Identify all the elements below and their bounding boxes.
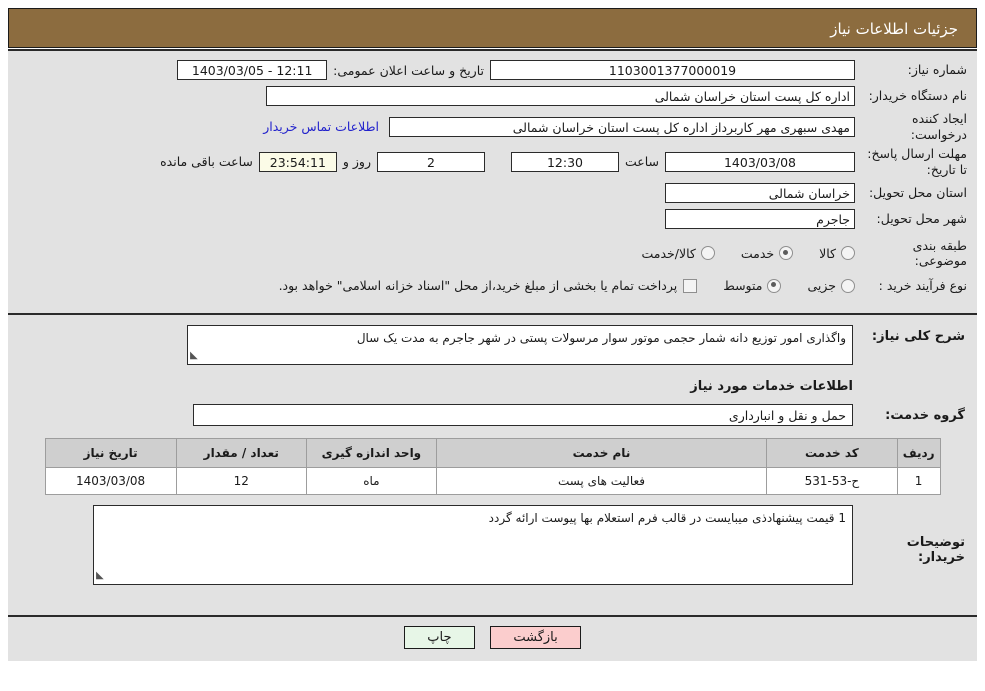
remaining-suffix-label: ساعت باقی مانده <box>160 154 253 170</box>
category-option-kala-label: کالا <box>819 245 836 261</box>
need-summary-panel: شماره نیاز: 1103001377000019 تاریخ و ساع… <box>8 49 977 315</box>
page-padding: جزئیات اطلاعات نیاز شماره نیاز: 11030013… <box>0 0 985 675</box>
table-row: 1 ح-53-531 فعالیت های پست ماه 12 1403/03… <box>44 467 941 495</box>
province-label: استان محل تحویل: <box>868 184 967 200</box>
radio-icon-motevaset[interactable] <box>767 278 782 293</box>
col-header-date: تاریخ نیاز <box>44 438 177 468</box>
page-root: جزئیات اطلاعات نیاز شماره نیاز: 11030013… <box>0 0 985 691</box>
category-label: طبقه بندی موضوعی: <box>912 237 967 269</box>
resize-grip-icon-notes[interactable]: ◢ <box>96 568 104 583</box>
service-group-label: گروه خدمت: <box>885 407 965 423</box>
category-option-kala-khedmat-label: کالا/خدمت <box>641 245 696 261</box>
general-desc-value: واگذاری امور توزیع دانه شمار حجمی موتور … <box>356 331 846 345</box>
page-title: جزئیات اطلاعات نیاز <box>8 8 977 48</box>
remaining-days-label: روز و <box>342 154 371 170</box>
city-label: شهر محل تحویل: <box>876 210 967 226</box>
buyer-org-input[interactable]: اداره کل پست استان خراسان شمالی <box>266 86 855 106</box>
row-buyer-notes: توضیحات خریدار: 1 قیمت پیشنهادذی میبایست… <box>20 505 965 585</box>
row-need-number: شماره نیاز: 1103001377000019 تاریخ و ساع… <box>18 59 967 81</box>
need-number-input[interactable]: 1103001377000019 <box>490 60 855 80</box>
category-option-kala[interactable]: کالا <box>819 246 855 261</box>
buyer-notes-textarea[interactable]: 1 قیمت پیشنهادذی میبایست در قالب فرم است… <box>93 505 853 585</box>
deadline-hour-label: ساعت <box>624 154 659 170</box>
remaining-days-input[interactable]: 2 <box>376 151 485 172</box>
need-detail-panel: شرح کلی نیاز: واگذاری امور توزیع دانه شم… <box>8 315 977 617</box>
back-button[interactable]: بازگشت <box>490 626 581 649</box>
cell-radif: 1 <box>896 467 941 495</box>
cell-code: ح-53-531 <box>766 467 898 495</box>
row-buyer-org: نام دستگاه خریدار: اداره کل پست استان خر… <box>18 85 967 107</box>
print-button[interactable]: چاپ <box>404 626 475 649</box>
cell-name: فعالیت های پست <box>435 467 768 495</box>
need-number-label: شماره نیاز: <box>907 62 967 78</box>
row-requester: ایجاد کننده درخواست: مهدی سبهری مهر کارب… <box>18 111 967 142</box>
public-announce-label: تاریخ و ساعت اعلان عمومی: <box>333 62 484 78</box>
remaining-time-input: 23:54:11 <box>258 151 337 172</box>
category-radio-group: کالا خدمت کالا/خدمت <box>615 246 855 261</box>
deadline-hour-input[interactable]: 12:30 <box>510 151 619 172</box>
cell-date: 1403/03/08 <box>44 467 177 495</box>
row-city: شهر محل تحویل: جاجرم <box>18 208 967 230</box>
col-header-qty: تعداد / مقدار <box>175 438 307 468</box>
general-desc-label: شرح کلی نیاز: <box>871 329 965 344</box>
resize-grip-icon[interactable]: ◢ <box>190 348 198 363</box>
service-group-input[interactable]: حمل و نقل و انبارداری <box>193 404 853 426</box>
radio-icon-kala-khedmat[interactable] <box>700 246 715 261</box>
buyer-notes-value: 1 قیمت پیشنهادذی میبایست در قالب فرم است… <box>488 511 846 525</box>
footer-actions: بازگشت چاپ <box>8 617 977 661</box>
row-process-type: نوع فرآیند خرید : جزیی متوسط پرداخت تمام… <box>18 275 967 297</box>
category-option-khedmat-label: خدمت <box>740 245 775 261</box>
services-heading: اطلاعات خدمات مورد نیاز <box>690 379 853 394</box>
radio-icon-jozee[interactable] <box>841 278 855 293</box>
process-option-motevaset[interactable]: متوسط <box>723 278 782 294</box>
requester-label: ایجاد کننده درخواست: <box>910 111 967 142</box>
deadline-date-input[interactable]: 1403/03/08 <box>665 151 855 172</box>
treasury-note: پرداخت تمام یا بخشی از مبلغ خرید،از محل … <box>278 278 678 294</box>
cell-qty: 12 <box>175 467 307 495</box>
radio-icon-khedmat[interactable] <box>779 246 794 261</box>
radio-icon-kala[interactable] <box>841 246 855 261</box>
buyer-org-label: نام دستگاه خریدار: <box>868 88 967 104</box>
col-header-unit: واحد اندازه گیری <box>305 438 437 468</box>
cell-unit: ماه <box>305 467 437 495</box>
buyer-contact-link[interactable]: اطلاعات تماس خریدار <box>263 119 379 134</box>
items-table-head: ردیف کد خدمت نام خدمت واحد اندازه گیری ت… <box>44 438 941 468</box>
items-table: ردیف کد خدمت نام خدمت واحد اندازه گیری ت… <box>44 438 941 495</box>
row-service-group: گروه خدمت: حمل و نقل و انبارداری <box>20 404 965 426</box>
category-option-khedmat[interactable]: خدمت <box>740 245 794 261</box>
items-table-header-row: ردیف کد خدمت نام خدمت واحد اندازه گیری ت… <box>44 438 941 468</box>
row-category: طبقه بندی موضوعی: کالا خدمت کالا/خدمت <box>18 238 967 269</box>
buyer-notes-label: توضیحات خریدار: <box>906 535 965 565</box>
process-radio-group: جزیی متوسط <box>697 278 855 293</box>
process-option-jozee-label: جزیی <box>807 278 836 294</box>
process-option-motevaset-label: متوسط <box>723 278 763 294</box>
process-label: نوع فرآیند خرید : <box>878 277 967 293</box>
process-option-jozee[interactable]: جزیی <box>807 278 855 293</box>
treasury-checkbox[interactable] <box>683 278 698 293</box>
row-province: استان محل تحویل: خراسان شمالی <box>18 182 967 204</box>
deadline-label: مهلت ارسال پاسخ: تا تاریخ: <box>867 146 967 177</box>
items-table-body: 1 ح-53-531 فعالیت های پست ماه 12 1403/03… <box>44 467 941 495</box>
category-option-kala-khedmat[interactable]: کالا/خدمت <box>641 245 715 261</box>
public-announce-input[interactable]: 1403/03/05 - 12:11 <box>177 60 328 80</box>
col-header-radif: ردیف <box>896 438 941 468</box>
row-deadline: مهلت ارسال پاسخ: تا تاریخ: 1403/03/08 سا… <box>18 146 967 177</box>
province-input[interactable]: خراسان شمالی <box>665 182 855 203</box>
col-header-code: کد خدمت <box>766 438 898 468</box>
city-input[interactable]: جاجرم <box>665 208 855 229</box>
general-desc-textarea[interactable]: واگذاری امور توزیع دانه شمار حجمی موتور … <box>187 325 853 365</box>
row-general-desc: شرح کلی نیاز: واگذاری امور توزیع دانه شم… <box>20 325 965 365</box>
requester-input[interactable]: مهدی سبهری مهر کاربرداز اداره کل پست است… <box>389 116 855 137</box>
col-header-name: نام خدمت <box>435 438 768 468</box>
